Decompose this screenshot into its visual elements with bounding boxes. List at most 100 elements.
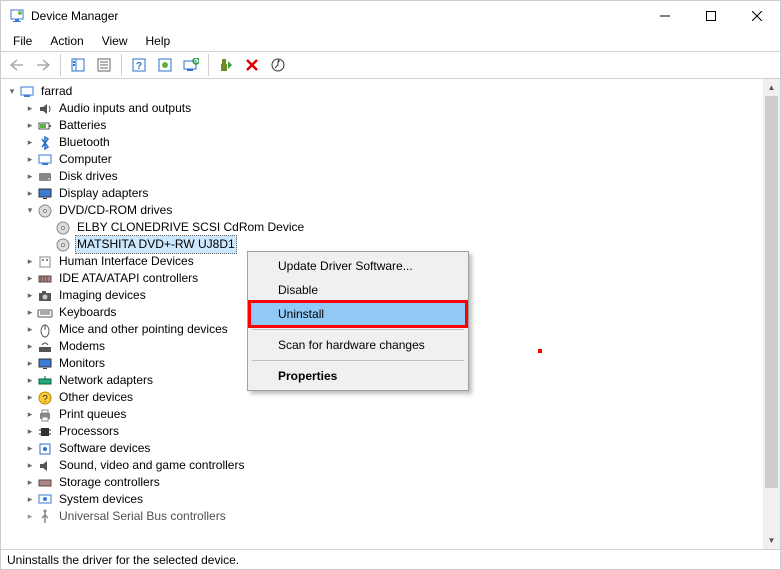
scroll-thumb[interactable]	[765, 96, 778, 488]
context-properties[interactable]: Properties	[250, 364, 466, 388]
computer-icon	[19, 84, 35, 100]
tree-category[interactable]: ▸System devices	[5, 491, 763, 508]
chevron-right-icon[interactable]: ▸	[23, 440, 37, 457]
chevron-right-icon[interactable]: ▸	[23, 134, 37, 151]
context-disable[interactable]: Disable	[250, 278, 466, 302]
toolbar-separator	[121, 54, 122, 76]
scroll-up-button[interactable]: ▲	[763, 79, 780, 96]
bluetooth-icon	[37, 135, 53, 151]
chevron-right-icon[interactable]: ▸	[23, 270, 37, 287]
printer-icon	[37, 407, 53, 423]
properties-button[interactable]	[92, 54, 116, 76]
disk-icon	[37, 169, 53, 185]
mouse-icon	[37, 322, 53, 338]
chevron-down-icon[interactable]: ▾	[5, 83, 19, 100]
tree-category-dvd[interactable]: ▾DVD/CD-ROM drives	[5, 202, 763, 219]
chevron-right-icon[interactable]: ▸	[23, 406, 37, 423]
chevron-right-icon[interactable]: ▸	[23, 168, 37, 185]
audio-icon	[37, 101, 53, 117]
battery-icon	[37, 118, 53, 134]
chevron-right-icon[interactable]: ▸	[23, 491, 37, 508]
chevron-right-icon[interactable]: ▸	[23, 151, 37, 168]
chevron-right-icon[interactable]: ▸	[23, 304, 37, 321]
chevron-right-icon[interactable]: ▸	[23, 117, 37, 134]
chevron-right-icon[interactable]: ▸	[23, 389, 37, 406]
dvd-icon	[55, 220, 71, 236]
menubar: File Action View Help	[1, 31, 780, 51]
chevron-right-icon[interactable]: ▸	[23, 185, 37, 202]
tree-category[interactable]: ▸Computer	[5, 151, 763, 168]
usb-icon	[37, 509, 53, 525]
tree-category[interactable]: ▸Software devices	[5, 440, 763, 457]
help-button[interactable]: ?	[127, 54, 151, 76]
chevron-right-icon[interactable]: ▸	[23, 508, 37, 525]
tree-category[interactable]: ▸Print queues	[5, 406, 763, 423]
maximize-button[interactable]	[688, 1, 734, 31]
monitor-icon	[37, 356, 53, 372]
toolbar-separator	[208, 54, 209, 76]
action-button[interactable]	[153, 54, 177, 76]
tree-category[interactable]: ▸Universal Serial Bus controllers	[5, 508, 763, 525]
toolbar: ?	[1, 51, 780, 79]
forward-button	[31, 54, 55, 76]
chevron-right-icon[interactable]: ▸	[23, 253, 37, 270]
sound-icon	[37, 458, 53, 474]
titlebar: Device Manager	[1, 1, 780, 31]
imaging-icon	[37, 288, 53, 304]
computer-icon	[37, 152, 53, 168]
chevron-right-icon[interactable]: ▸	[23, 423, 37, 440]
chevron-right-icon[interactable]: ▸	[23, 287, 37, 304]
uninstall-button[interactable]	[240, 54, 264, 76]
tree-category[interactable]: ▸Display adapters	[5, 185, 763, 202]
enable-button[interactable]	[214, 54, 238, 76]
tree-category[interactable]: ▸Audio inputs and outputs	[5, 100, 763, 117]
tree-category[interactable]: ▸Storage controllers	[5, 474, 763, 491]
show-hide-tree-button[interactable]	[66, 54, 90, 76]
tree-category[interactable]: ▸?Other devices	[5, 389, 763, 406]
context-separator	[252, 329, 464, 330]
minimize-button[interactable]	[642, 1, 688, 31]
tree-category[interactable]: ▸Sound, video and game controllers	[5, 457, 763, 474]
back-button	[5, 54, 29, 76]
tree-category[interactable]: ▸Batteries	[5, 117, 763, 134]
hid-icon	[37, 254, 53, 270]
update-driver-button[interactable]	[266, 54, 290, 76]
menu-action[interactable]: Action	[42, 32, 91, 50]
root-node[interactable]: ▾ farrad	[5, 83, 763, 100]
keyboard-icon	[37, 305, 53, 321]
close-button[interactable]	[734, 1, 780, 31]
context-uninstall[interactable]: Uninstall	[250, 302, 466, 326]
chevron-right-icon[interactable]: ▸	[23, 338, 37, 355]
scroll-down-button[interactable]: ▼	[763, 532, 780, 549]
other-icon: ?	[37, 390, 53, 406]
context-separator	[252, 360, 464, 361]
chevron-right-icon[interactable]: ▸	[23, 100, 37, 117]
menu-view[interactable]: View	[94, 32, 136, 50]
chevron-right-icon[interactable]: ▸	[23, 474, 37, 491]
tree-device[interactable]: ▸ELBY CLONEDRIVE SCSI CdRom Device	[5, 219, 763, 236]
tree-category[interactable]: ▸Bluetooth	[5, 134, 763, 151]
context-scan[interactable]: Scan for hardware changes	[250, 333, 466, 357]
network-icon	[37, 373, 53, 389]
menu-file[interactable]: File	[5, 32, 40, 50]
tree-category[interactable]: ▸Disk drives	[5, 168, 763, 185]
software-icon	[37, 441, 53, 457]
tree-category[interactable]: ▸Processors	[5, 423, 763, 440]
chevron-right-icon[interactable]: ▸	[23, 457, 37, 474]
menu-help[interactable]: Help	[138, 32, 179, 50]
root-label: farrad	[39, 83, 74, 100]
chevron-right-icon[interactable]: ▸	[23, 355, 37, 372]
annotation-dot	[538, 349, 542, 353]
ide-icon	[37, 271, 53, 287]
chevron-down-icon[interactable]: ▾	[23, 202, 37, 219]
chevron-right-icon[interactable]: ▸	[23, 321, 37, 338]
scan-hardware-button[interactable]	[179, 54, 203, 76]
statusbar: Uninstalls the driver for the selected d…	[1, 549, 780, 569]
toolbar-separator	[60, 54, 61, 76]
scroll-track[interactable]	[763, 96, 780, 532]
chevron-right-icon[interactable]: ▸	[23, 372, 37, 389]
modem-icon	[37, 339, 53, 355]
vertical-scrollbar[interactable]: ▲ ▼	[763, 79, 780, 549]
system-icon	[37, 492, 53, 508]
context-update-driver[interactable]: Update Driver Software...	[250, 254, 466, 278]
